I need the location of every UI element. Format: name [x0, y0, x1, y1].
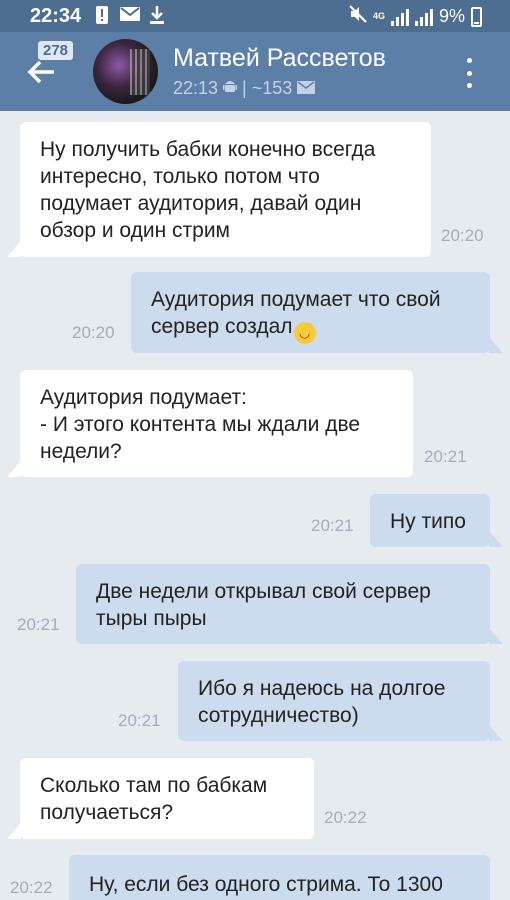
message-text: Ибо я надеюсь на долгое сотрудничество) [198, 677, 446, 727]
status-icons: 4G 9% [349, 5, 482, 28]
message-text: Ну получить бабки конечно всегда интерес… [40, 138, 376, 242]
message-bubble[interactable]: Аудитория подумает что свой сервер созда… [131, 272, 503, 353]
unread-badge: 278 [38, 41, 74, 60]
chat-header: 278 Матвей Рассветов 22:13 | ~153 [0, 32, 510, 111]
message-text: Ну типо [390, 510, 466, 533]
message-text: Аудитория подумает: - И этого контента м… [40, 386, 361, 463]
alert-icon [96, 6, 108, 29]
mail-notification-icon [120, 6, 140, 27]
message-time: 20:22 [10, 878, 53, 897]
mute-icon [349, 5, 367, 28]
message-text: Ну, если без одного стрима. То 1300 [89, 873, 443, 896]
mail-icon [297, 78, 316, 99]
message-time: 20:21 [17, 615, 60, 634]
network-type: 4G [372, 11, 385, 21]
message-bubble[interactable]: Ну, если без одного стрима. То 1300 [69, 855, 503, 900]
message-bubble[interactable]: Две недели открывал свой сервер тыры пыр… [76, 564, 503, 644]
message-bubble[interactable]: Ну типо [370, 494, 503, 547]
more-menu-button[interactable] [464, 58, 474, 88]
android-icon [223, 78, 238, 99]
message-time: 20:21 [311, 516, 354, 535]
message-bubble[interactable]: Ну получить бабки конечно всегда интерес… [7, 122, 431, 257]
message-text: Аудитория подумает что свой сервер созда… [151, 286, 470, 344]
message-time: 20:21 [118, 711, 161, 730]
signal-2-icon [414, 8, 433, 26]
message-time: 20:20 [441, 226, 484, 245]
signal-icon [390, 8, 409, 26]
message-text: Две недели открывал свой сервер тыры пыр… [96, 580, 431, 630]
smile-emoji-icon: ◡ [293, 322, 316, 344]
message-time: 20:20 [72, 323, 115, 342]
status-time: 22:34 [30, 5, 82, 27]
avatar[interactable] [93, 39, 158, 104]
message-bubble[interactable]: Ибо я надеюсь на долгое сотрудничество) [178, 661, 503, 741]
subtitle-separator: | [242, 78, 247, 98]
message-time: 20:21 [424, 447, 467, 466]
contact-subtitle: 22:13 | ~153 [173, 78, 316, 99]
download-icon [149, 6, 165, 29]
status-bar: 22:34 4G 9% [0, 0, 510, 32]
more-vertical-icon [466, 58, 472, 63]
contact-name[interactable]: Матвей Рассветов [173, 44, 386, 73]
battery-icon [471, 6, 482, 27]
message-bubble[interactable]: Аудитория подумает: - И этого контента м… [7, 370, 413, 477]
battery-percent: 9% [438, 6, 465, 26]
message-bubble[interactable]: Сколько там по бабкам получаеться? [7, 758, 314, 839]
message-time: 20:22 [324, 808, 367, 827]
message-count: ~153 [251, 78, 293, 98]
message-text: Сколько там по бабкам получаеться? [40, 774, 268, 824]
last-seen-time: 22:13 [173, 78, 219, 98]
